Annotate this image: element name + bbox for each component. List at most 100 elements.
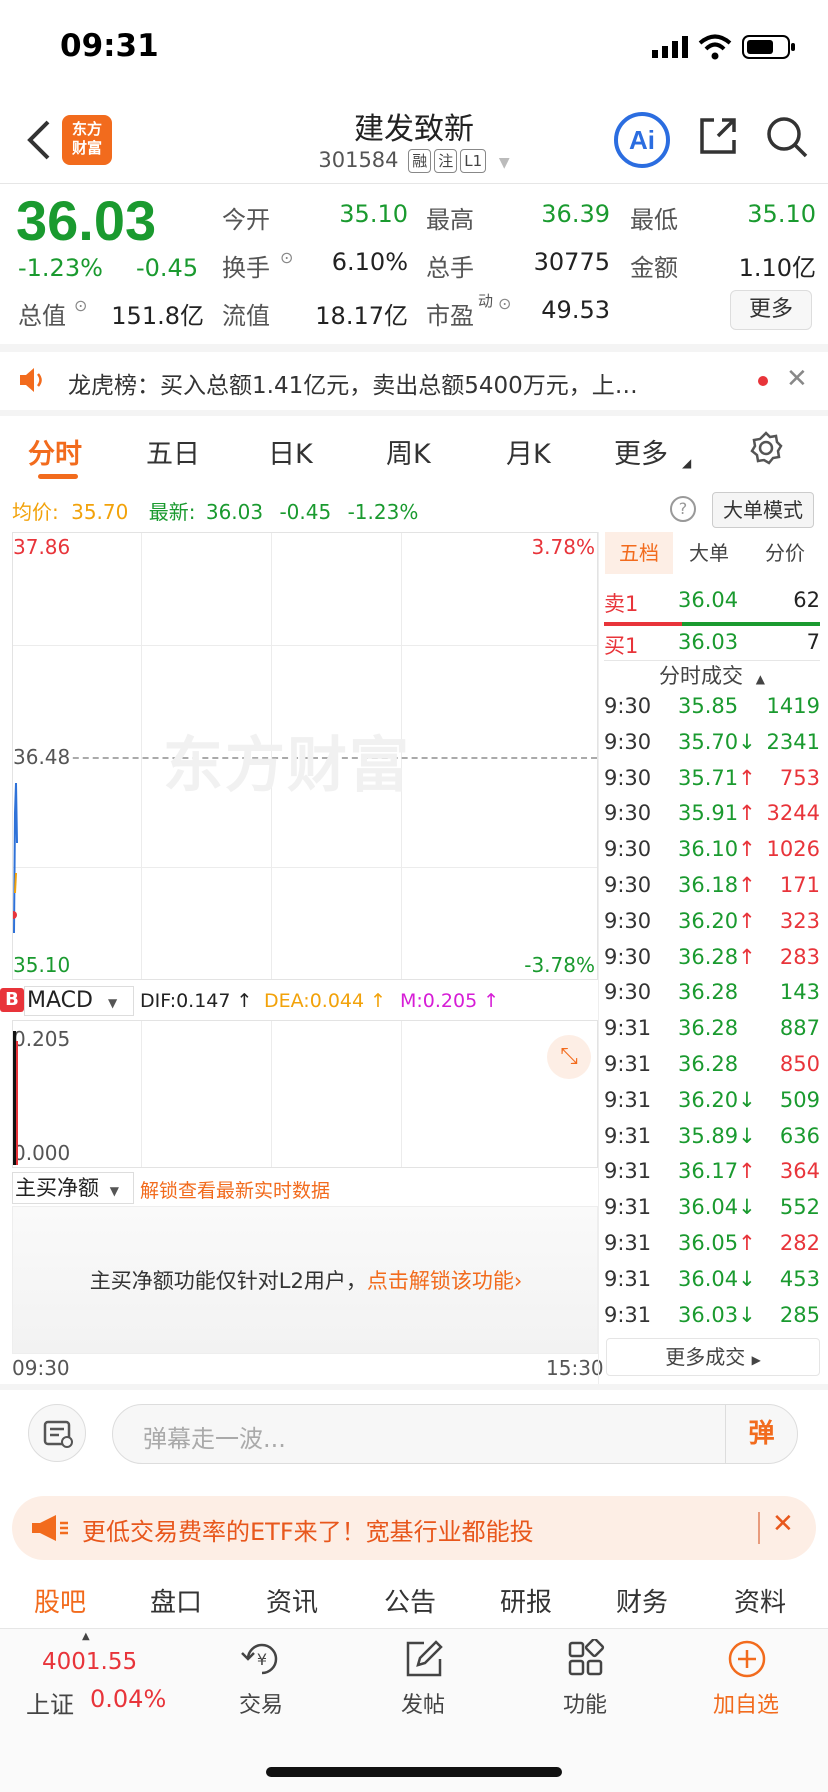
tick-price: 36.28 [678, 1016, 774, 1040]
dropdown-arrow-icon: ▼ [107, 996, 118, 1010]
tab-five-day[interactable]: 五日 [146, 432, 200, 471]
axis-start-time: 09:30 [12, 1356, 70, 1380]
ai-icon[interactable]: Ai [612, 110, 672, 170]
index-value[interactable]: 4001.55 [42, 1649, 137, 1675]
tab-financials[interactable]: 财务 [616, 1582, 668, 1619]
settings-icon[interactable] [748, 430, 784, 466]
label-turnover: 换手 [222, 254, 270, 282]
tick-price: 36.04↓ [678, 1267, 774, 1291]
net-buy-selector[interactable]: 主买净额 ▼ [12, 1172, 134, 1204]
macd-chart[interactable]: 0.205 0.000 ⤡ [12, 1020, 598, 1168]
tick-time: 9:30 [604, 694, 652, 718]
buy-signal-badge: B [0, 988, 24, 1012]
home-indicator [266, 1767, 562, 1777]
info-icon[interactable]: ⊙ [280, 248, 293, 267]
close-icon[interactable]: ✕ [786, 364, 808, 394]
value-low: 35.10 [747, 200, 816, 228]
tick-direction: ↓ [738, 1195, 756, 1220]
tick-row: 9:31 36.28 887 [604, 1016, 820, 1052]
buy1-label: 买1 [604, 634, 639, 658]
tick-direction: ↑ [738, 873, 756, 897]
unlock-text[interactable]: 解锁查看最新实时数据 [140, 1176, 330, 1203]
share-icon[interactable] [696, 114, 740, 158]
unlock-link[interactable]: 点击解锁该功能› [367, 1269, 522, 1293]
post-button[interactable]: 发帖 [378, 1639, 468, 1723]
net-buy-selector-label: 主买净额 [15, 1176, 99, 1200]
tick-price: 36.17↑ [678, 1159, 774, 1183]
label-market-cap: 总值 [18, 302, 66, 330]
svg-text:¥: ¥ [257, 1650, 267, 1669]
tab-weekly-k[interactable]: 周K [386, 432, 431, 471]
status-time: 09:31 [60, 28, 159, 64]
axis-end-time: 15:30 [546, 1356, 604, 1380]
more-ticks-button[interactable]: 更多成交 ▶ [606, 1338, 820, 1376]
tick-price: 36.05↑ [678, 1231, 774, 1255]
change-percent: -1.23% [18, 254, 103, 282]
info-icon[interactable]: ⊙ [74, 296, 87, 315]
tick-time: 9:31 [604, 1231, 652, 1255]
intraday-chart[interactable]: 东方财富 37.86 36.48 35.10 3.78% -3.78% [12, 532, 598, 980]
side-tab-price-dist[interactable]: 分价 [765, 532, 805, 574]
sell1-label: 卖1 [604, 592, 639, 616]
tick-price: 36.10↑ [678, 837, 774, 861]
tab-research[interactable]: 研报 [500, 1582, 552, 1619]
tick-time: 9:30 [604, 837, 652, 862]
tick-price: 36.20↓ [678, 1088, 774, 1112]
tick-row: 9:30 36.28 143 [604, 980, 820, 1016]
sell1-row: 卖1 36.04 62 [604, 588, 820, 618]
tick-time: 9:30 [604, 980, 652, 1005]
close-icon[interactable]: ✕ [772, 1509, 794, 1539]
ticks-header[interactable]: 分时成交 ▲ [604, 660, 820, 692]
tab-profile[interactable]: 资料 [734, 1582, 786, 1619]
add-watchlist-button[interactable]: 加自选 [700, 1639, 792, 1723]
tick-volume: 3244 [766, 801, 820, 826]
tick-price: 36.20↑ [678, 909, 774, 933]
danmaku-input[interactable]: 弹幕走一波... 弹 [112, 1404, 798, 1464]
danmaku-placeholder: 弹幕走一波... [143, 1425, 286, 1453]
tick-direction: ↑ [738, 908, 756, 933]
dropdown-arrow-icon: ▼ [109, 1184, 119, 1198]
tab-news[interactable]: 资讯 [266, 1582, 318, 1619]
tab-announcements[interactable]: 公告 [384, 1582, 436, 1619]
big-order-mode-button[interactable]: 大单模式 [712, 492, 814, 528]
search-icon[interactable] [764, 114, 810, 160]
tab-order-book[interactable]: 盘口 [150, 1582, 202, 1619]
tick-time: 9:30 [604, 765, 652, 790]
tab-monthly-k[interactable]: 月K [506, 432, 551, 471]
value-float-cap: 18.17亿 [315, 302, 408, 330]
add-watchlist-label: 加自选 [712, 1693, 779, 1718]
tick-volume: 453 [779, 1266, 820, 1291]
trade-button[interactable]: ¥ 交易 [216, 1639, 306, 1723]
tick-price-value: 36.03 [678, 1302, 739, 1327]
index-change[interactable]: 0.04% [90, 1685, 166, 1713]
side-tab-big-orders[interactable]: 大单 [689, 532, 729, 574]
tab-forum[interactable]: 股吧 [34, 1582, 86, 1619]
tick-row: 9:30 35.71↑ 753 [604, 766, 820, 802]
sell1-volume: 62 [793, 588, 820, 612]
tab-intraday[interactable]: 分时 [28, 432, 82, 471]
side-tab-five-levels[interactable]: 五档 [605, 532, 673, 574]
net-buy-message-line: 主买净额功能仅针对L2用户，点击解锁该功能› [13, 1265, 599, 1295]
more-button[interactable]: 更多 [730, 290, 812, 330]
tick-time: 9:30 [604, 801, 652, 826]
tick-time: 9:31 [604, 1123, 652, 1148]
signal-icon [652, 36, 688, 58]
tick-direction: ↑ [738, 765, 756, 790]
tab-more[interactable]: 更多 [614, 432, 668, 471]
expand-icon[interactable]: ⤡ [547, 1035, 591, 1079]
tab-daily-k[interactable]: 日K [268, 432, 313, 471]
danmaku-bar: 弹幕走一波... 弹 [0, 1390, 828, 1484]
index-name[interactable]: 上证 [26, 1685, 74, 1720]
danmaku-send-button[interactable]: 弹 [725, 1405, 797, 1463]
tick-time: 9:31 [604, 1159, 652, 1184]
macd-selector[interactable]: MACD ▼ [24, 986, 134, 1016]
notice-bar[interactable]: 龙虎榜：买入总额1.41亿元，卖出总额5400万元，上… ✕ [0, 352, 828, 410]
battery-icon [742, 35, 795, 59]
help-icon[interactable]: ? [670, 496, 696, 522]
functions-button[interactable]: 功能 [540, 1639, 630, 1723]
tag-margin: 融 [408, 149, 432, 173]
wifi-icon [698, 34, 732, 60]
ad-banner[interactable]: 更低交易费率的ETF来了！宽基行业都能投 ✕ [12, 1496, 816, 1560]
danmaku-settings-icon[interactable] [28, 1404, 86, 1462]
buy1-row: 买1 36.03 7 [604, 630, 820, 660]
